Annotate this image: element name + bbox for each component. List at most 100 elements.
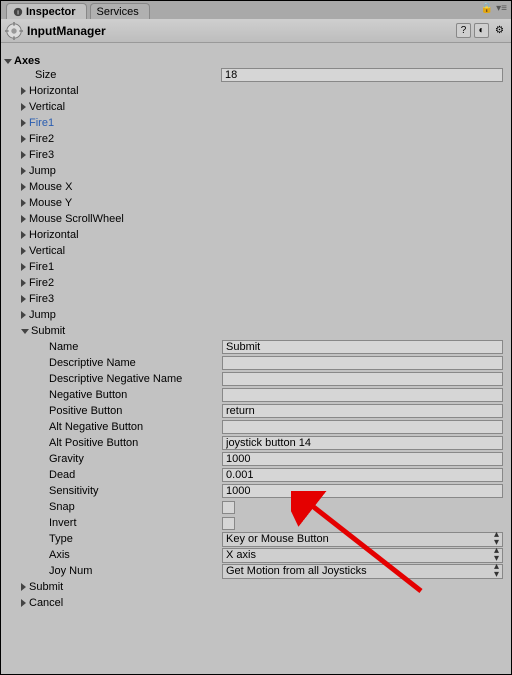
axes-item-label: Mouse ScrollWheel	[29, 213, 124, 225]
gravity-field-label: Gravity	[35, 453, 222, 465]
axes-item[interactable]: Submit	[3, 579, 505, 595]
alt-negative-button-field[interactable]	[222, 420, 503, 434]
sensitivity-field[interactable]	[222, 484, 503, 498]
gravity-field[interactable]	[222, 452, 503, 466]
axes-list: Horizontal Vertical Fire1 Fire2 Fire3 Jump Mou…	[3, 83, 505, 611]
component-header: InputManager ? ◐ ⚙	[1, 19, 511, 43]
type-dropdown-label: Type	[35, 533, 222, 545]
axes-item-label: Fire1	[29, 261, 54, 273]
descriptive-negative-name-field[interactable]	[222, 372, 503, 386]
panel-menu-icons[interactable]: 🔒 ▾≡	[481, 3, 507, 14]
axes-item-label: Fire3	[29, 293, 54, 305]
foldout-open-icon	[4, 59, 12, 64]
axes-item-label: Fire2	[29, 277, 54, 289]
axes-item[interactable]: Fire3	[3, 291, 505, 307]
alt-positive-button-field[interactable]	[222, 436, 503, 450]
tab-bar: i Inspector Services 🔒 ▾≡	[1, 1, 511, 19]
invert-checkbox[interactable]	[222, 517, 235, 530]
axes-item-label: Jump	[29, 165, 56, 177]
foldout-closed-icon	[21, 119, 26, 127]
foldout-closed-icon	[21, 263, 26, 271]
name-field[interactable]	[222, 340, 503, 354]
svg-text:i: i	[17, 9, 19, 16]
foldout-closed-icon	[21, 151, 26, 159]
component-title: InputManager	[27, 24, 106, 38]
axes-item-label: Horizontal	[29, 85, 79, 97]
axes-item[interactable]: Mouse ScrollWheel	[3, 211, 505, 227]
axes-item[interactable]: Fire2	[3, 275, 505, 291]
axes-item[interactable]: Vertical	[3, 243, 505, 259]
axes-item[interactable]: Mouse X	[3, 179, 505, 195]
joynum-dropdown[interactable]: Get Motion from all Joysticks▴▾	[222, 564, 503, 579]
axes-foldout[interactable]: Axes	[3, 55, 505, 67]
tab-label: Inspector	[26, 6, 76, 18]
gear-icon	[5, 22, 23, 40]
context-gear-button[interactable]: ⚙	[492, 23, 507, 38]
foldout-closed-icon	[21, 583, 26, 591]
foldout-closed-icon	[21, 199, 26, 207]
type-dropdown[interactable]: Key or Mouse Button▴▾	[222, 532, 503, 547]
axes-item-label: Cancel	[29, 597, 63, 609]
axes-item[interactable]: Jump	[3, 163, 505, 179]
axis-dropdown[interactable]: X axis▴▾	[222, 548, 503, 563]
help-button[interactable]: ?	[456, 23, 471, 38]
joynum-dropdown-label: Joy Num	[35, 565, 222, 577]
axes-item-label: Mouse Y	[29, 197, 72, 209]
axes-item[interactable]: Vertical	[3, 99, 505, 115]
axes-item-label: Fire3	[29, 149, 54, 161]
axes-item[interactable]: Fire2	[3, 131, 505, 147]
tab-label: Services	[97, 6, 139, 18]
axes-item[interactable]: Submit	[3, 323, 505, 339]
foldout-closed-icon	[21, 135, 26, 143]
snap-checkbox[interactable]	[222, 501, 235, 514]
axes-item-label: Fire1	[29, 117, 54, 129]
axes-item-label: Fire2	[29, 133, 54, 145]
name-field-label: Name	[35, 341, 222, 353]
axes-label: Axes	[14, 55, 40, 67]
panel-options-icon[interactable]: ▾≡	[496, 3, 507, 14]
foldout-closed-icon	[21, 279, 26, 287]
axes-item-label: Horizontal	[29, 229, 79, 241]
snap-checkbox-label: Snap	[35, 501, 222, 513]
foldout-closed-icon	[21, 103, 26, 111]
tab-services[interactable]: Services	[90, 3, 150, 19]
axes-item-label: Vertical	[29, 245, 65, 257]
axes-item[interactable]: Fire3	[3, 147, 505, 163]
axes-item[interactable]: Jump	[3, 307, 505, 323]
alt-negative-button-field-label: Alt Negative Button	[35, 421, 222, 433]
gear-small-icon: ⚙	[495, 25, 504, 36]
info-icon: i	[13, 7, 23, 17]
negative-button-field[interactable]	[222, 388, 503, 402]
foldout-closed-icon	[21, 599, 26, 607]
axes-item-label: Mouse X	[29, 181, 72, 193]
axes-item[interactable]: Horizontal	[3, 83, 505, 99]
positive-button-field-label: Positive Button	[35, 405, 222, 417]
preset-button[interactable]: ◐	[474, 23, 489, 38]
axes-item[interactable]: Cancel	[3, 595, 505, 611]
foldout-closed-icon	[21, 87, 26, 95]
foldout-closed-icon	[21, 247, 26, 255]
foldout-open-icon	[21, 329, 29, 334]
foldout-closed-icon	[21, 215, 26, 223]
descriptive-name-field[interactable]	[222, 356, 503, 370]
positive-button-field[interactable]	[222, 404, 503, 418]
axes-item-label: Vertical	[29, 101, 65, 113]
axes-item[interactable]: Fire1	[3, 115, 505, 131]
axes-item-properties: NameDescriptive NameDescriptive Negative…	[3, 339, 505, 579]
dead-field-label: Dead	[35, 469, 222, 481]
axes-item-label: Submit	[29, 581, 63, 593]
sensitivity-field-label: Sensitivity	[35, 485, 222, 497]
axes-item[interactable]: Fire1	[3, 259, 505, 275]
axes-item[interactable]: Mouse Y	[3, 195, 505, 211]
tab-inspector[interactable]: i Inspector	[6, 3, 87, 19]
descriptive-negative-name-field-label: Descriptive Negative Name	[35, 373, 222, 385]
axes-item-label: Jump	[29, 309, 56, 321]
axes-item-label: Submit	[31, 325, 65, 337]
dead-field[interactable]	[222, 468, 503, 482]
axes-item[interactable]: Horizontal	[3, 227, 505, 243]
invert-checkbox-label: Invert	[35, 517, 222, 529]
lock-icon[interactable]: 🔒	[481, 3, 493, 14]
joynum-dropdown-value: Get Motion from all Joysticks	[226, 565, 367, 577]
foldout-closed-icon	[21, 231, 26, 239]
size-input[interactable]	[221, 68, 503, 82]
